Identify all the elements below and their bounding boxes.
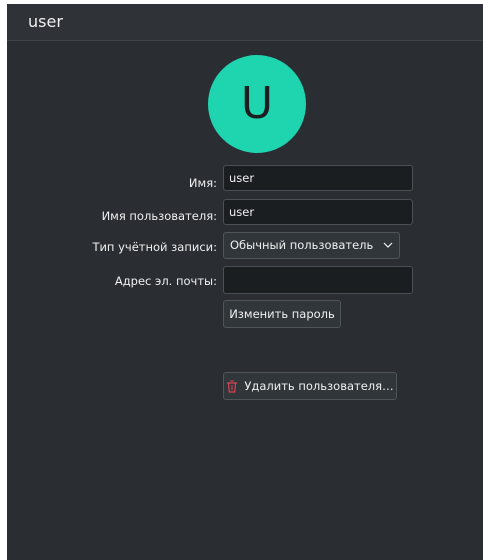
name-label: Имя: (188, 176, 217, 190)
account-type-value: Обычный пользователь (230, 238, 374, 252)
change-password-button[interactable]: Изменить пароль (223, 300, 341, 328)
delete-user-button[interactable]: Удалить пользователя… (223, 372, 397, 400)
header-bar: user (7, 4, 483, 41)
chevron-down-icon (383, 242, 393, 248)
page-title: user (28, 12, 63, 31)
email-field[interactable] (223, 266, 413, 294)
account-type-label: Тип учётной записи: (92, 240, 217, 254)
avatar[interactable]: U (208, 55, 306, 153)
account-type-select[interactable]: Обычный пользователь (223, 232, 400, 259)
avatar-initial: U (240, 78, 274, 129)
name-value: user (229, 171, 255, 185)
email-label: Адрес эл. почты: (114, 274, 217, 288)
name-field[interactable]: user (223, 165, 413, 191)
username-value: user (229, 205, 255, 219)
user-settings-panel: user U Имя: user Имя пользователя: user … (7, 4, 483, 560)
username-label: Имя пользователя: (101, 209, 217, 223)
username-field[interactable]: user (223, 199, 413, 225)
delete-user-label: Удалить пользователя… (244, 379, 394, 393)
change-password-label: Изменить пароль (229, 307, 335, 321)
trash-icon (227, 379, 238, 393)
